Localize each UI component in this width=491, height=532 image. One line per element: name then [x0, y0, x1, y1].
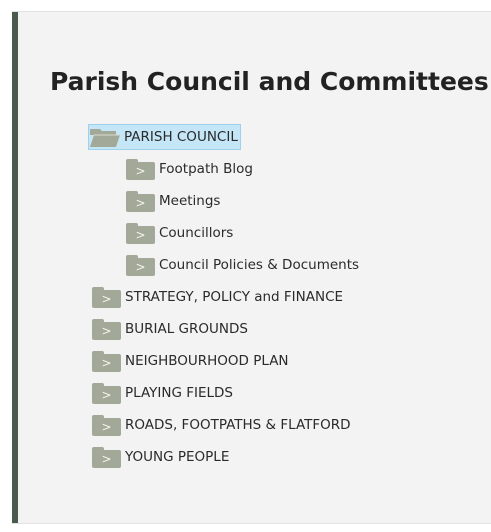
tree-item-label: Councillors: [159, 225, 234, 241]
panel-accent-bar: [12, 12, 18, 523]
tree-item-label: PLAYING FIELDS: [125, 385, 233, 401]
folder-closed-icon[interactable]: >: [126, 158, 155, 180]
expand-toggle: >: [92, 353, 121, 372]
tree-item-neighbourhood-plan[interactable]: > NEIGHBOURHOOD PLAN: [92, 348, 289, 374]
tree-item-playing-fields[interactable]: > PLAYING FIELDS: [92, 380, 233, 406]
folder-closed-icon[interactable]: >: [126, 190, 155, 212]
tree-item-label: Meetings: [159, 193, 221, 209]
tree-item-label: Council Policies & Documents: [159, 257, 360, 273]
tree-item-footpath-blog[interactable]: > Footpath Blog: [126, 156, 253, 182]
folder-closed-icon[interactable]: >: [92, 318, 121, 340]
tree-item-parish-council[interactable]: PARISH COUNCIL: [88, 124, 241, 150]
tree-item-burial-grounds[interactable]: > BURIAL GROUNDS: [92, 316, 248, 342]
tree-item-council-policies[interactable]: > Council Policies & Documents: [126, 252, 359, 278]
tree-item-meetings[interactable]: > Meetings: [126, 188, 220, 214]
tree-item-young-people[interactable]: > YOUNG PEOPLE: [92, 444, 229, 470]
expand-toggle: >: [92, 449, 121, 468]
folder-closed-icon[interactable]: >: [126, 222, 155, 244]
folder-closed-icon[interactable]: >: [92, 286, 121, 308]
expand-toggle: >: [126, 193, 155, 212]
expand-toggle: >: [92, 289, 121, 308]
expand-toggle: >: [126, 257, 155, 276]
folder-open-icon[interactable]: [89, 127, 121, 148]
folder-closed-icon[interactable]: >: [126, 254, 155, 276]
tree-item-label: YOUNG PEOPLE: [125, 449, 230, 465]
tree-item-label: Footpath Blog: [159, 161, 253, 177]
tree-item-roads-footpaths-flatford[interactable]: > ROADS, FOOTPATHS & FLATFORD: [92, 412, 351, 438]
tree-item-strategy-policy-finance[interactable]: > STRATEGY, POLICY and FINANCE: [92, 284, 343, 310]
tree-item-councillors[interactable]: > Councillors: [126, 220, 233, 246]
expand-toggle: >: [126, 225, 155, 244]
expand-toggle: >: [92, 385, 121, 404]
folder-closed-icon[interactable]: >: [92, 446, 121, 468]
expand-toggle: >: [92, 321, 121, 340]
tree-item-label: PARISH COUNCIL: [124, 129, 238, 145]
expand-toggle: >: [126, 161, 155, 180]
tree-item-label: BURIAL GROUNDS: [125, 321, 248, 337]
folder-closed-icon[interactable]: >: [92, 414, 121, 436]
tree-item-label: STRATEGY, POLICY and FINANCE: [125, 289, 344, 305]
folder-closed-icon[interactable]: >: [92, 350, 121, 372]
folder-closed-icon[interactable]: >: [92, 382, 121, 404]
tree-item-label: ROADS, FOOTPATHS & FLATFORD: [125, 417, 351, 433]
tree-item-label: NEIGHBOURHOOD PLAN: [125, 353, 289, 369]
content-panel: Parish Council and Committees PARISH COU…: [12, 11, 491, 524]
page-title: Parish Council and Committees: [50, 67, 489, 96]
expand-toggle: >: [92, 417, 121, 436]
